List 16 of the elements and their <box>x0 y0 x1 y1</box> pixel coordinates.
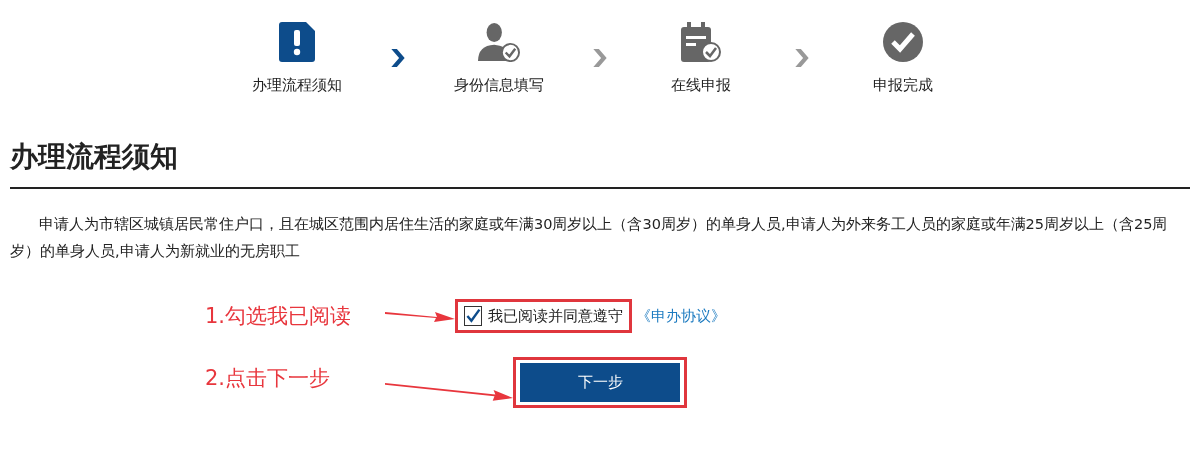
step-label: 在线申报 <box>671 76 731 95</box>
annotation-label: 1.勾选我已阅读 <box>205 303 353 330</box>
agreement-link[interactable]: 《申办协议》 <box>636 306 726 326</box>
requirements-paragraph: 申请人为市辖区城镇居民常住户口，且在城区范围内居住生活的家庭或年满30周岁以上（含30周岁）的单身人员,申请人为外来务工人员的家庭或年满25周岁以上（含25周岁）的单身人员,申请人为新就业的无房职工 <box>10 215 1169 261</box>
chevron-icon <box>592 48 608 68</box>
next-button[interactable]: 下一步 <box>520 363 680 402</box>
chevron-icon <box>390 48 406 68</box>
section-heading: 办理流程须知 <box>10 139 179 175</box>
agreement-checkbox[interactable]: 我已阅读并同意遵守 <box>455 299 632 333</box>
step-label: 身份信息填写 <box>454 76 544 95</box>
checkbox[interactable] <box>464 306 482 326</box>
annotation-arrow <box>385 309 455 323</box>
step-label: 申报完成 <box>873 76 933 95</box>
annotation-label: 2.点击下一步 <box>205 364 332 392</box>
step-label: 办理流程须知 <box>252 76 342 95</box>
chevron-icon <box>794 48 810 68</box>
